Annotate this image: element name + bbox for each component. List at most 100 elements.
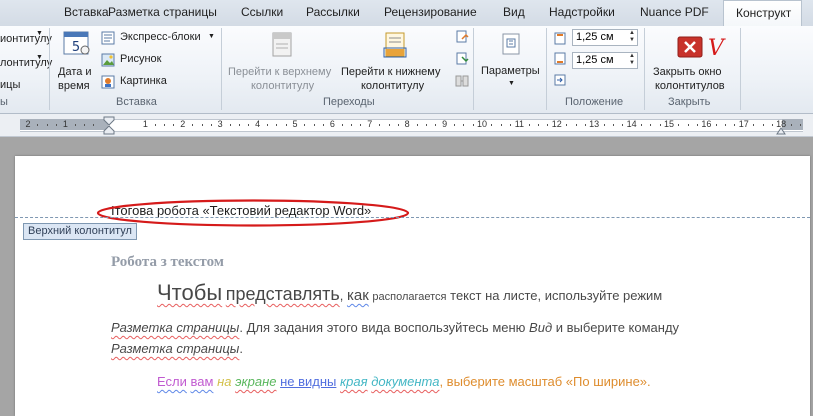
ruler-tick: [304, 124, 306, 126]
ruler-tick: [678, 124, 680, 126]
picture-button[interactable]: Рисунок: [101, 52, 181, 69]
goto-footer-icon: [383, 32, 407, 58]
ruler-number: 12: [551, 119, 562, 129]
ruler-number: 3: [217, 119, 223, 129]
ruler-tick: [46, 124, 48, 126]
tab-view[interactable]: Вид: [503, 5, 525, 19]
group-separator: [740, 28, 741, 110]
ruler-tick: [276, 124, 278, 126]
tab-references[interactable]: Ссылки: [241, 5, 283, 19]
text-run: ,: [339, 288, 344, 303]
chevron-down-icon: ▼: [508, 80, 515, 87]
close-label-1: Закрыть окно: [653, 66, 722, 78]
ruler-tick: [575, 124, 577, 126]
ruler-number: 4: [255, 119, 261, 129]
ruler-tick: [603, 124, 605, 126]
ruler-number: 10: [476, 119, 487, 129]
ruler-tick: [74, 124, 76, 126]
footer-position-icon: [554, 52, 566, 65]
ruler-tick: [285, 124, 287, 126]
chevron-down-icon: ▼: [36, 30, 43, 37]
header-boundary-line: [15, 217, 810, 218]
ruler-number: 2: [25, 119, 31, 129]
ruler-tick: [351, 124, 353, 126]
group-label-navigation: Переходы: [323, 96, 375, 108]
text-run: документа: [371, 374, 440, 389]
spin-down-icon[interactable]: ▼: [629, 60, 635, 66]
body-line-2: Разметка страницы. Для задания этого вид…: [111, 320, 679, 335]
ruler-tick: [612, 124, 614, 126]
ruler-tick: [753, 124, 755, 126]
calendar-icon: 5: [63, 31, 90, 55]
ruler-tick: [650, 124, 652, 126]
ruler-tick: [313, 124, 315, 126]
tab-mailings[interactable]: Рассылки: [306, 5, 360, 19]
tab-review[interactable]: Рецензирование: [384, 5, 477, 19]
goto-footer-button[interactable]: Перейти к нижнему колонтитулу: [339, 28, 451, 94]
next-section-icon[interactable]: [455, 52, 469, 66]
express-blocks-button[interactable]: Экспресс-блоки ▼: [101, 30, 219, 47]
footer-position-field[interactable]: 1,25 см ▲ ▼: [572, 52, 638, 69]
text-run: и выберите команду: [555, 320, 680, 335]
tab-design[interactable]: Конструкт: [723, 0, 803, 27]
ruler-tick: [463, 124, 465, 126]
ruler-tick: [93, 124, 95, 126]
group-label-header-footer: ы: [0, 96, 8, 108]
clipart-label: Картинка: [120, 75, 167, 87]
chevron-down-icon: ▼: [208, 33, 215, 40]
group-separator: [473, 28, 474, 110]
header-tag: Верхний колонтитул: [23, 223, 137, 240]
text-run: Чтобы: [157, 280, 223, 305]
ruler-tick: [425, 124, 427, 126]
chevron-down-icon: ▼: [36, 54, 43, 61]
header-position-field[interactable]: 1,25 см ▲ ▼: [572, 29, 638, 46]
clipart-button[interactable]: Картинка: [101, 74, 181, 91]
indent-marker-icon[interactable]: [103, 116, 115, 136]
ruler-tick: [687, 124, 689, 126]
footer-position-value: 1,25 см: [576, 54, 614, 66]
ruler-number: 17: [738, 119, 749, 129]
ruler-tick: [164, 124, 166, 126]
header-menu-button[interactable]: ионтитулу: [0, 33, 52, 45]
goto-header-button[interactable]: Перейти к верхнему колонтитулу: [226, 28, 338, 94]
ruler-number: 1: [62, 119, 68, 129]
insert-alignment-tab-icon[interactable]: [553, 73, 567, 87]
ruler-number: 1: [142, 119, 148, 129]
document-page[interactable]: Ітогова робота «Текстовий редактор Word»…: [15, 156, 810, 416]
ruler-tick: [379, 124, 381, 126]
ruler-tick: [397, 124, 399, 126]
ruler-number: 11: [514, 119, 525, 129]
body-heading: Робота з текстом: [111, 254, 225, 270]
link-to-previous-icon[interactable]: [455, 74, 469, 88]
picture-label: Рисунок: [120, 53, 162, 65]
date-time-button[interactable]: 5 Дата и время: [55, 28, 97, 94]
spin-up-icon[interactable]: ▲: [629, 53, 635, 59]
tab-insert[interactable]: Вставка: [64, 5, 109, 19]
spin-down-icon[interactable]: ▼: [629, 37, 635, 43]
ruler-tick: [360, 124, 362, 126]
ruler-tick: [500, 124, 502, 126]
spin-up-icon[interactable]: ▲: [629, 30, 635, 36]
ruler-tick: [771, 124, 773, 126]
ruler-tick: [734, 124, 736, 126]
tab-addins[interactable]: Надстройки: [549, 5, 615, 19]
ruler-number: 7: [367, 119, 373, 129]
ruler-tick: [341, 124, 343, 126]
ruler-tick: [659, 124, 661, 126]
options-button[interactable]: Параметры ▼: [478, 28, 544, 94]
page-number-button[interactable]: ицы: [0, 79, 20, 91]
goto-header-label-2: колонтитулу: [251, 80, 315, 92]
horizontal-ruler[interactable]: 2 1 1 2 3 4 5 6 7 8 9 10 11 12 13 14 15 16 17 18: [0, 114, 813, 137]
previous-section-icon[interactable]: [455, 30, 469, 44]
tab-nuance-pdf[interactable]: Nuance PDF: [640, 5, 709, 19]
ruler-tick: [192, 124, 194, 126]
ruler-tick: [210, 124, 212, 126]
ruler-tick: [173, 124, 175, 126]
footer-menu-button[interactable]: лонтитулу: [0, 57, 52, 69]
ruler-number: 18: [776, 119, 787, 129]
goto-footer-label-2: колонтитулу: [361, 80, 425, 92]
ruler-number: 9: [442, 119, 448, 129]
tab-page-layout[interactable]: Разметка страницы: [108, 5, 217, 19]
clipart-icon: [101, 75, 115, 89]
ruler-tick: [435, 124, 437, 126]
